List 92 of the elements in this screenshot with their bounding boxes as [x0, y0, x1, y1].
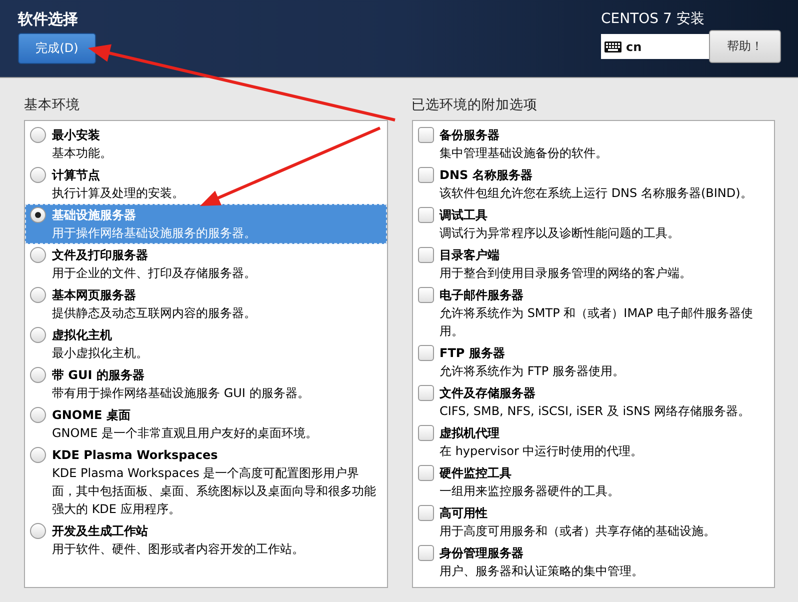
checkbox[interactable] — [418, 385, 434, 401]
keyboard-layout-field[interactable]: cn — [601, 34, 709, 59]
radio-button[interactable] — [30, 447, 46, 463]
option-title: 文件及存储服务器 — [440, 385, 536, 402]
environment-option[interactable]: 文件及打印服务器 用于企业的文件、打印及存储服务器。 — [25, 244, 386, 284]
option-description: 集中管理基础设施备份的软件。 — [440, 145, 608, 162]
section-heading: 已选环境的附加选项 — [412, 96, 538, 114]
option-description: CIFS, SMB, NFS, iSCSI, iSER 及 iSNS 网络存储服务器。 — [440, 403, 750, 420]
radio-button[interactable] — [30, 327, 46, 343]
done-button[interactable]: 完成(D) — [18, 33, 96, 64]
environment-option[interactable]: KDE Plasma Workspaces KDE Plasma Workspaces 是一个高度可配置图形用户界面，其中包括面板、桌面、系统图标以及桌面向导和很多功能强大的 KDE 应用程序。 — [25, 444, 386, 520]
option-title: KDE Plasma Workspaces — [52, 447, 218, 464]
option-description: 在 hypervisor 中运行时使用的代理。 — [440, 443, 643, 460]
option-description: 提供静态及动态互联网内容的服务器。 — [52, 305, 256, 322]
radio-button[interactable] — [30, 407, 46, 423]
checkbox[interactable] — [418, 425, 434, 441]
addon-option[interactable]: 目录客户端 用于整合到使用目录服务管理的网络的客户端。 — [412, 244, 774, 284]
option-title: 硬件监控工具 — [440, 465, 512, 482]
option-description: 一组用来监控服务器硬件的工具。 — [440, 483, 620, 500]
option-description: 用于操作网络基础设施服务的服务器。 — [52, 225, 256, 242]
radio-button[interactable] — [30, 523, 46, 539]
option-title: 基础设施服务器 — [52, 207, 136, 224]
addon-option[interactable]: 调试工具 调试行为异常程序以及诊断性能问题的工具。 — [412, 204, 774, 244]
option-title: 虚拟机代理 — [440, 425, 500, 442]
option-description: 用户、服务器和认证策略的集中管理。 — [440, 563, 644, 580]
checkbox[interactable] — [418, 505, 434, 521]
option-title: 高可用性 — [440, 505, 488, 522]
addon-option[interactable]: 虚拟机代理 在 hypervisor 中运行时使用的代理。 — [412, 422, 774, 462]
option-description: 用于高度可用服务和（或者）共享存储的基础设施。 — [440, 523, 716, 540]
checkbox[interactable] — [418, 247, 434, 263]
addon-option[interactable]: FTP 服务器 允许将系统作为 FTP 服务器使用。 — [412, 342, 774, 382]
option-description: 允许将系统作为 SMTP 和（或者）IMAP 电子邮件服务器使用。 — [440, 305, 754, 340]
addon-option[interactable]: DNS 名称服务器 该软件包组允许您在系统上运行 DNS 名称服务器(BIND)。 — [412, 164, 774, 204]
radio-button[interactable] — [30, 127, 46, 143]
product-title: CENTOS 7 安装 — [601, 10, 704, 28]
option-title: 电子邮件服务器 — [440, 287, 524, 304]
radio-button[interactable] — [30, 207, 46, 223]
option-title: FTP 服务器 — [440, 345, 505, 362]
option-title: 开发及生成工作站 — [52, 523, 148, 540]
checkbox[interactable] — [418, 207, 434, 223]
radio-button[interactable] — [30, 367, 46, 383]
option-description: 用于整合到使用目录服务管理的网络的客户端。 — [440, 265, 692, 282]
keyboard-icon — [604, 40, 622, 52]
addon-option[interactable]: 高可用性 用于高度可用服务和（或者）共享存储的基础设施。 — [412, 502, 774, 542]
checkbox[interactable] — [418, 287, 434, 303]
option-title: 备份服务器 — [440, 127, 500, 144]
environment-option[interactable]: 虚拟化主机 最小虚拟化主机。 — [25, 324, 386, 364]
checkbox[interactable] — [418, 545, 434, 561]
option-title: 身份管理服务器 — [440, 545, 524, 562]
option-description: 执行计算及处理的安装。 — [52, 185, 184, 202]
radio-button[interactable] — [30, 287, 46, 303]
option-title: DNS 名称服务器 — [440, 167, 532, 184]
option-title: 计算节点 — [52, 167, 100, 184]
section-heading: 基本环境 — [24, 96, 81, 114]
option-title: 目录客户端 — [440, 247, 500, 264]
checkbox[interactable] — [418, 167, 434, 183]
option-description: 用于企业的文件、打印及存储服务器。 — [52, 265, 256, 282]
option-description: 该软件包组允许您在系统上运行 DNS 名称服务器(BIND)。 — [440, 185, 752, 202]
addon-option[interactable]: 身份管理服务器 用户、服务器和认证策略的集中管理。 — [412, 542, 774, 582]
checkbox[interactable] — [418, 127, 434, 143]
option-title: 最小安装 — [52, 127, 100, 144]
addon-option[interactable]: 硬件监控工具 一组用来监控服务器硬件的工具。 — [412, 462, 774, 502]
help-button[interactable]: 帮助！ — [709, 30, 781, 63]
addon-option[interactable]: 备份服务器 集中管理基础设施备份的软件。 — [412, 124, 774, 164]
option-title: 虚拟化主机 — [52, 327, 112, 344]
option-description: 带有用于操作网络基础设施服务 GUI 的服务器。 — [52, 385, 310, 402]
option-description: 用于软件、硬件、图形或者内容开发的工作站。 — [52, 541, 304, 558]
option-description: KDE Plasma Workspaces 是一个高度可配置图形用户界面，其中包括面板、桌面、系统图标以及桌面向导和很多功能强大的 KDE 应用程序。 — [52, 465, 377, 518]
page-title: 软件选择 — [18, 10, 78, 29]
checkbox[interactable] — [418, 465, 434, 481]
option-description: 调试行为异常程序以及诊断性能问题的工具。 — [440, 225, 680, 242]
option-description: 最小虚拟化主机。 — [52, 345, 148, 362]
addon-option[interactable]: 文件及存储服务器 CIFS, SMB, NFS, iSCSI, iSER 及 iSNS 网络存储服务器。 — [412, 382, 774, 422]
option-title: GNOME 桌面 — [52, 407, 130, 424]
environment-option[interactable]: 基本网页服务器 提供静态及动态互联网内容的服务器。 — [25, 284, 386, 324]
environment-option[interactable]: 最小安装 基本功能。 — [25, 124, 386, 164]
checkbox[interactable] — [418, 345, 434, 361]
keyboard-layout-text: cn — [626, 40, 642, 54]
environment-option[interactable]: 开发及生成工作站 用于软件、硬件、图形或者内容开发的工作站。 — [25, 520, 386, 560]
addon-option[interactable]: 电子邮件服务器 允许将系统作为 SMTP 和（或者）IMAP 电子邮件服务器使用。 — [412, 284, 774, 342]
option-title: 基本网页服务器 — [52, 287, 136, 304]
option-description: 基本功能。 — [52, 145, 112, 162]
option-title: 带 GUI 的服务器 — [52, 367, 144, 384]
option-title: 调试工具 — [440, 207, 488, 224]
option-description: 允许将系统作为 FTP 服务器使用。 — [440, 363, 624, 380]
option-title: 文件及打印服务器 — [52, 247, 148, 264]
environment-option[interactable]: GNOME 桌面 GNOME 是一个非常直观且用户友好的桌面环境。 — [25, 404, 386, 444]
environment-option[interactable]: 带 GUI 的服务器 带有用于操作网络基础设施服务 GUI 的服务器。 — [25, 364, 386, 404]
radio-button[interactable] — [30, 247, 46, 263]
option-description: GNOME 是一个非常直观且用户友好的桌面环境。 — [52, 425, 318, 442]
environment-option[interactable]: 计算节点 执行计算及处理的安装。 — [25, 164, 386, 204]
radio-button[interactable] — [30, 167, 46, 183]
